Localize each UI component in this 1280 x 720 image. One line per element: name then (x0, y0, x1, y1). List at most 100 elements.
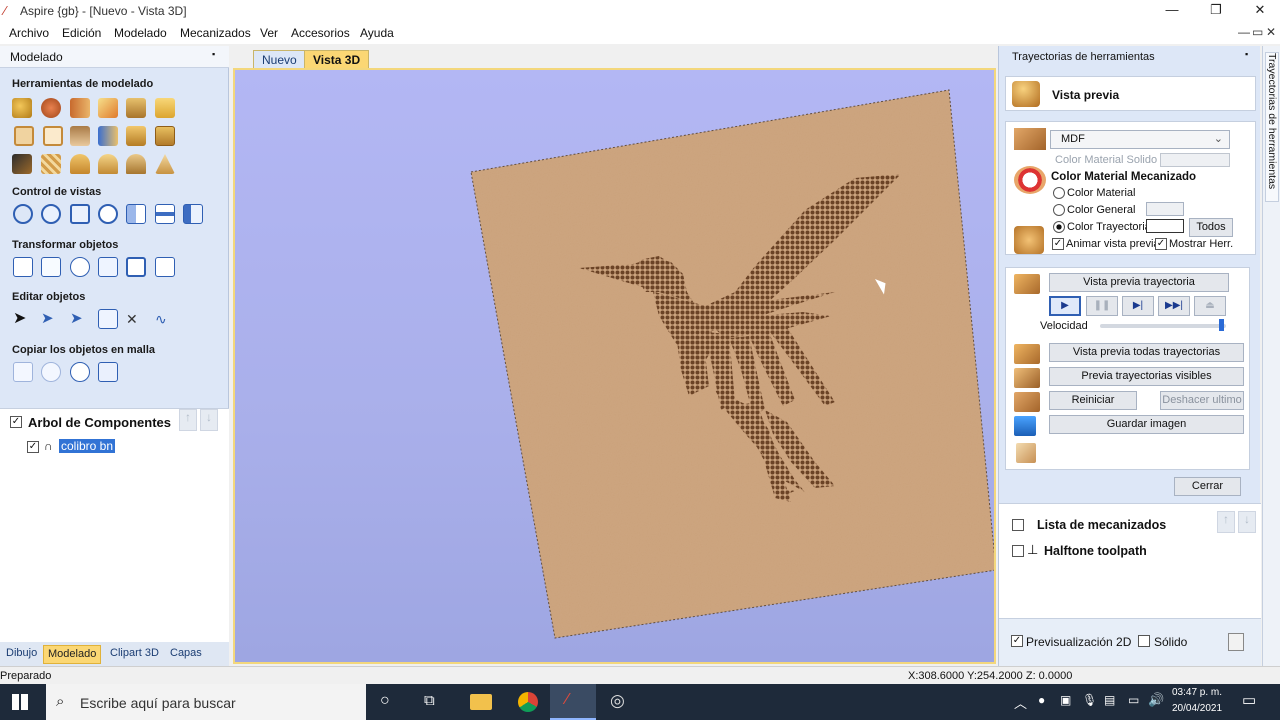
save-image-button[interactable]: Guardar imagen (1049, 415, 1244, 434)
side-tab-toolpaths[interactable]: Trayectorias de herramientas (1265, 52, 1279, 202)
two-rail-sweep-icon[interactable] (70, 98, 90, 118)
step-icon[interactable]: ▶| (1122, 296, 1154, 316)
menu-ayuda[interactable]: Ayuda (360, 26, 394, 40)
rotate-icon[interactable] (126, 257, 146, 277)
create-shape-icon[interactable] (12, 98, 32, 118)
play-icon[interactable]: ▶ (1049, 296, 1081, 316)
tree-item-checkbox[interactable]: ✓ (27, 441, 39, 453)
clock-time[interactable]: 03:47 p. m. (1172, 687, 1222, 698)
zoom-icon[interactable] (41, 204, 61, 224)
maximize-button[interactable]: ❐ (1194, 0, 1238, 22)
show-tool-checkbox[interactable]: ✓ (1155, 238, 1167, 250)
transform-edit-icon[interactable]: ➤ (70, 309, 90, 329)
tray-app-icon[interactable]: ● (1038, 693, 1045, 707)
close-button[interactable]: ✕ (1238, 0, 1280, 22)
obs-icon[interactable]: ◎ (610, 691, 625, 711)
smooth-icon[interactable] (126, 98, 146, 118)
dome-icon[interactable] (70, 154, 90, 174)
doc-tab-nuevo[interactable]: Nuevo (253, 50, 306, 68)
dome-shape-icon[interactable] (98, 154, 118, 174)
radio-color-trayectoria[interactable] (1053, 221, 1065, 233)
clock-date[interactable]: 20/04/2021 (1172, 703, 1222, 714)
radio-color-material[interactable] (1053, 187, 1065, 199)
stop-icon[interactable]: ⏏ (1194, 296, 1226, 316)
move-up-button[interactable]: ↑ (179, 409, 197, 431)
tree-item-colibro[interactable]: colibro bn (59, 439, 116, 453)
animate-preview-checkbox[interactable]: ✓ (1052, 238, 1064, 250)
distort-icon[interactable] (14, 126, 34, 146)
zoom-window-icon[interactable] (98, 204, 118, 224)
move-up-button[interactable]: ↑ (1217, 511, 1235, 533)
center-icon[interactable] (155, 257, 175, 277)
speed-slider-thumb[interactable] (1218, 319, 1224, 331)
mirror-icon[interactable] (98, 126, 118, 146)
chrome-icon[interactable] (518, 692, 538, 712)
toolpath-color-picker[interactable] (1146, 219, 1184, 233)
tab-capas[interactable]: Capas (166, 645, 206, 664)
menu-accesorios[interactable]: Accesorios (291, 26, 350, 40)
doc-close-button[interactable]: ✕ (1266, 25, 1276, 39)
material-select[interactable]: MDF ⌄ (1050, 130, 1230, 149)
mirror-transform-icon[interactable] (98, 257, 118, 277)
delete-edit-icon[interactable]: ✕ (126, 309, 146, 329)
taskbar-search-box[interactable]: ⌕ Escribe aquí para buscar (46, 684, 366, 720)
toggle-view-icon[interactable] (183, 204, 203, 224)
undo-last-button[interactable]: Deshacer ultimo (1160, 391, 1244, 410)
speed-slider[interactable] (1100, 319, 1226, 331)
toolpath-list-checkbox[interactable] (1012, 519, 1024, 531)
fade-icon[interactable] (43, 126, 63, 146)
curve-edit-icon[interactable]: ∿ (155, 309, 175, 329)
solid-color-picker[interactable] (1160, 153, 1230, 167)
all-button[interactable]: Todos (1189, 218, 1233, 237)
split-view-icon[interactable] (126, 204, 146, 224)
pause-icon[interactable]: ❚❚ (1086, 296, 1118, 316)
circular-copy-icon[interactable] (41, 362, 61, 382)
move-down-button[interactable]: ↓ (200, 409, 218, 431)
preview-visible-button[interactable]: Previa trayectorias visibles (1049, 367, 1244, 386)
doc-tab-vista-3d[interactable]: Vista 3D (304, 50, 370, 68)
pin-icon[interactable]: ▪ (1245, 49, 1248, 59)
doc-minimize-button[interactable]: — (1238, 25, 1250, 39)
tray-chevron-icon[interactable]: ︿ (1014, 693, 1027, 712)
zoom-fit-icon[interactable] (70, 204, 90, 224)
mound-icon[interactable] (126, 154, 146, 174)
fast-forward-icon[interactable]: ▶▶| (1158, 296, 1190, 316)
pyramid-icon[interactable] (155, 154, 175, 174)
extrude-icon[interactable] (41, 98, 61, 118)
pin-icon[interactable]: ▪ (212, 49, 215, 59)
general-color-picker[interactable] (1146, 202, 1184, 216)
notifications-icon[interactable]: ▭ (1242, 691, 1256, 709)
pan-icon[interactable] (13, 204, 33, 224)
grid-edit-icon[interactable] (98, 309, 118, 329)
layout-view-icon[interactable] (155, 204, 175, 224)
move-down-button[interactable]: ↓ (1238, 511, 1256, 533)
menu-archivo[interactable]: Archivo (9, 26, 49, 40)
preview-all-button[interactable]: Vista previa todas trayectorias (1049, 343, 1244, 362)
aspire-taskbar-button[interactable]: ⁄ (550, 684, 596, 720)
doc-restore-button[interactable]: ▭ (1252, 25, 1263, 39)
preview-2d-checkbox[interactable]: ✓ (1011, 635, 1023, 647)
minimize-button[interactable]: — (1150, 0, 1194, 22)
options-icon[interactable] (1228, 633, 1244, 651)
move-icon[interactable] (13, 257, 33, 277)
reset-button[interactable]: Reiniciar (1049, 391, 1137, 410)
preview-toolpath-button[interactable]: Vista previa trayectoria (1049, 273, 1229, 292)
volume-icon[interactable]: 🔊 (1148, 692, 1164, 708)
3d-viewport[interactable] (233, 68, 997, 664)
tree-all-checkbox[interactable]: ✓ (10, 416, 22, 428)
task-view-icon[interactable]: ⧉ (424, 692, 435, 709)
solid-checkbox[interactable] (1138, 635, 1150, 647)
battery-icon[interactable]: ▭ (1128, 693, 1139, 707)
bake-icon[interactable] (155, 126, 175, 146)
array-copy-icon[interactable] (13, 362, 33, 382)
menu-edicion[interactable]: Edición (62, 26, 101, 40)
radio-color-general[interactable] (1053, 204, 1065, 216)
menu-ver[interactable]: Ver (260, 26, 278, 40)
windows-start-icon[interactable] (12, 694, 28, 710)
folder-import-icon[interactable] (155, 98, 175, 118)
sculpt-icon[interactable] (98, 98, 118, 118)
node-edit-icon[interactable]: ➤ (41, 309, 61, 329)
file-explorer-icon[interactable] (470, 694, 492, 710)
align-icon[interactable] (70, 257, 90, 277)
merge-icon[interactable] (126, 126, 146, 146)
